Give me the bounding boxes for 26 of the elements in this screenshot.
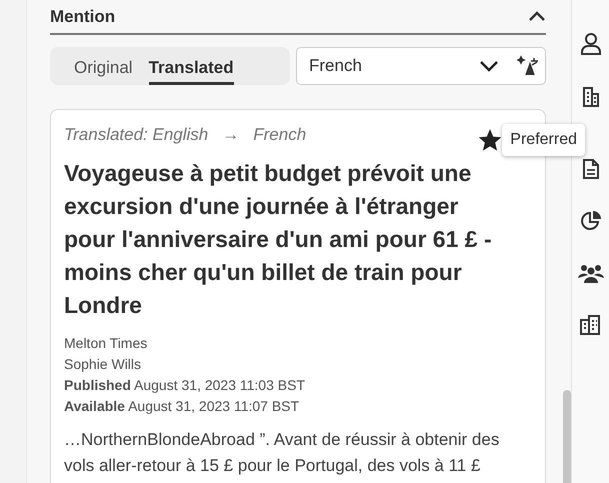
people-icon[interactable] — [576, 262, 604, 284]
date-value: August 31, 2023 11:03 BST — [133, 376, 305, 392]
person-icon[interactable] — [580, 32, 602, 56]
arrow-icon: → — [222, 122, 240, 148]
buildings-icon[interactable] — [578, 314, 602, 336]
pie-chart-icon[interactable] — [580, 210, 602, 232]
tab[interactable]: Translated — [148, 47, 234, 85]
translation-source: Translated: English — [64, 124, 208, 146]
date-label: Published — [64, 376, 131, 392]
scrollbar-thumb[interactable] — [563, 390, 571, 483]
article-excerpt: …NorthernBlondeAbroad ”. Avant de réussir à obtenir des vols aller-retour à 15 £ pour le Portugal, des vols à 11 £ — [64, 428, 500, 476]
star-icon[interactable] — [479, 128, 501, 151]
chevron-up-icon[interactable] — [528, 10, 546, 22]
section-title: Mention — [50, 6, 116, 28]
building-icon[interactable] — [582, 86, 600, 108]
author-name: Sophie Wills — [64, 354, 142, 374]
chevron-down-icon — [479, 60, 499, 72]
document-icon[interactable] — [582, 158, 600, 180]
translation-target: French — [253, 124, 306, 146]
tab[interactable]: Original — [74, 47, 133, 85]
date-value: August 31, 2023 11:07 BST — [127, 398, 300, 414]
date-label: Available — [64, 398, 125, 414]
language-select[interactable]: French — [296, 47, 546, 85]
tooltip: Preferred — [502, 124, 585, 156]
source-name: Melton Times — [64, 334, 148, 352]
article-headline: Voyageuse à petit budget prévoit une excursion d'une journée à l'étranger pour l'anniversaire d'un ami pour 61 £ - moins cher qu'un billet de train pour Londre — [64, 158, 493, 320]
